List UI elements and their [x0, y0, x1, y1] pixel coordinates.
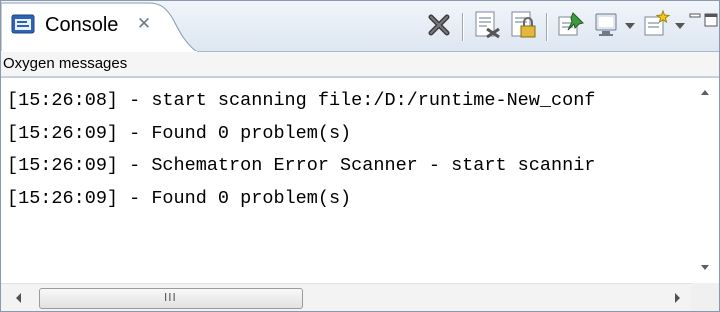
- maximize-button[interactable]: [703, 7, 719, 43]
- chevron-left-icon: [16, 293, 21, 303]
- console-icon: [11, 14, 37, 36]
- scroll-left-button[interactable]: [5, 284, 33, 311]
- scroll-grip: III: [164, 291, 177, 304]
- chevron-down-icon[interactable]: [673, 17, 687, 33]
- pin-console-button[interactable]: [553, 7, 589, 43]
- console-output[interactable]: [15:26:08] - start scanning file:/D:/run…: [1, 77, 719, 311]
- vertical-scrollbar[interactable]: [691, 78, 719, 282]
- close-icon[interactable]: ✕: [135, 14, 153, 34]
- chevron-down-icon: [701, 265, 709, 270]
- toolbar-separator: [462, 13, 463, 41]
- minimize-icon: [689, 13, 701, 18]
- console-description-bar: Oxygen messages: [1, 52, 719, 77]
- clear-console-icon: [475, 11, 500, 39]
- console-line: [15:26:09] - Found 0 problem(s): [7, 187, 352, 209]
- console-line: [15:26:08] - start scanning file:/D:/run…: [7, 90, 596, 111]
- view-tab-strip: Console ✕: [1, 1, 719, 52]
- console-description: Oxygen messages: [3, 55, 128, 72]
- scroll-lock-icon: [511, 11, 536, 38]
- close-x-icon: [428, 14, 450, 36]
- console-line: [15:26:09] - Found 0 problem(s): [7, 122, 352, 144]
- horizontal-scrollbar[interactable]: III: [1, 283, 691, 311]
- console-line: [15:26:09] - Schematron Error Scanner - …: [7, 155, 596, 176]
- display-selected-console-button[interactable]: [589, 7, 625, 43]
- chevron-down-icon[interactable]: [623, 17, 637, 33]
- scroll-lock-button[interactable]: [505, 7, 541, 43]
- scrollbar-corner: [691, 283, 719, 311]
- pin-icon: [558, 12, 584, 36]
- console-view: Console ✕ Oxygen messages [15:26:08] - s…: [0, 0, 720, 312]
- scroll-up-button[interactable]: [691, 78, 719, 106]
- remove-all-terminated-button[interactable]: [421, 7, 457, 43]
- open-console-button[interactable]: [639, 7, 675, 43]
- maximize-icon: [704, 13, 718, 27]
- toolbar-separator: [546, 13, 547, 41]
- console-text[interactable]: [15:26:08] - start scanning file:/D:/run…: [7, 85, 689, 281]
- monitor-icon: [595, 13, 617, 36]
- scroll-down-button[interactable]: [691, 254, 719, 282]
- chevron-up-icon: [701, 90, 709, 95]
- new-console-icon: [644, 9, 671, 36]
- minimize-button[interactable]: [687, 7, 703, 43]
- tab-label: Console: [45, 14, 119, 36]
- clear-console-button[interactable]: [469, 7, 505, 43]
- tab-console[interactable]: Console ✕: [1, 1, 197, 52]
- horizontal-scroll-thumb[interactable]: III: [39, 288, 303, 309]
- scroll-right-button[interactable]: [663, 284, 691, 311]
- chevron-right-icon: [675, 293, 680, 303]
